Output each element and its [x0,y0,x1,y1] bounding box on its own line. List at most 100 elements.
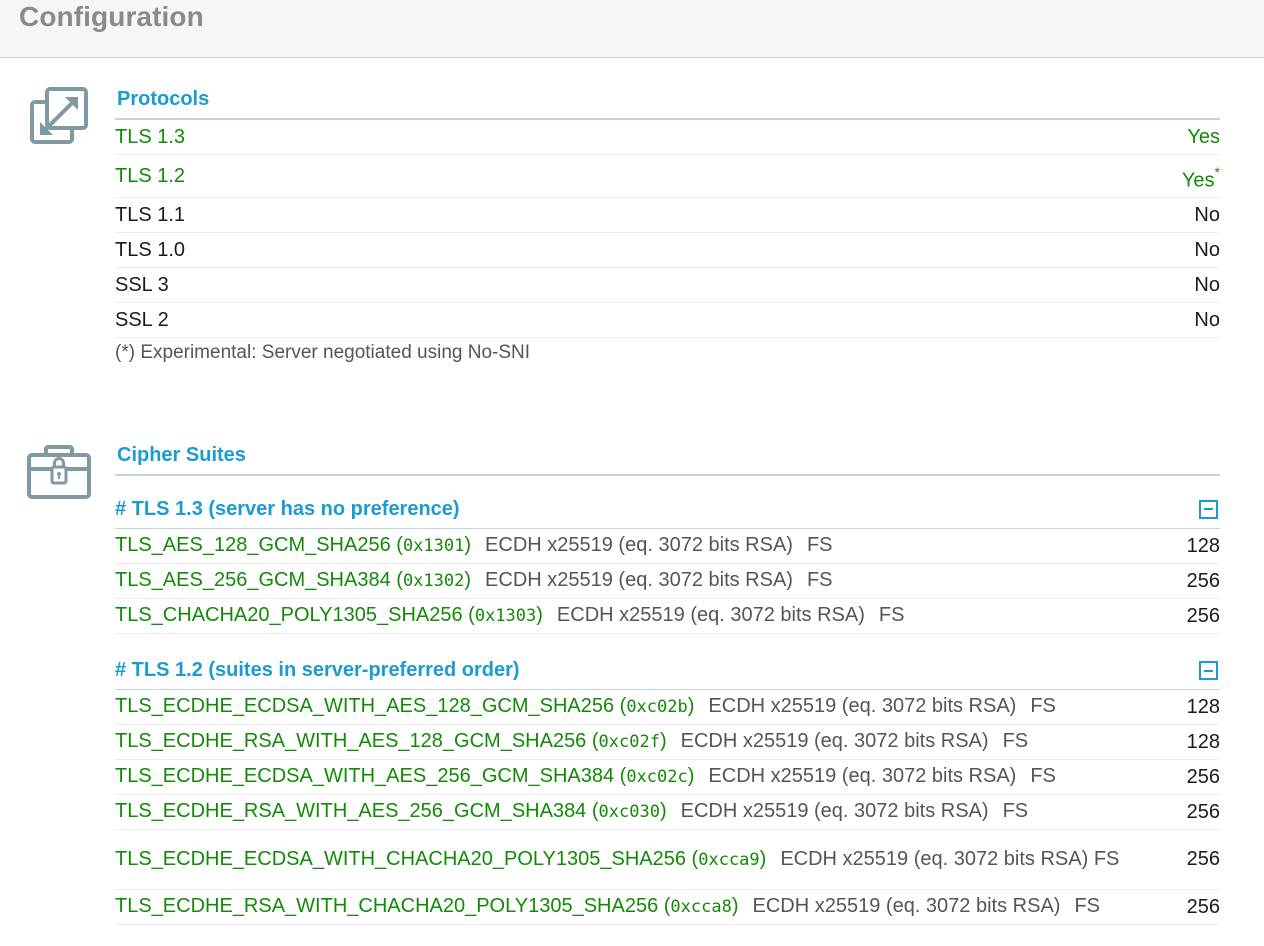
suite-bits: 256 [1186,848,1220,870]
cipher-suite-row: TLS_ECDHE_ECDSA_WITH_CHACHA20_POLY1305_S… [115,830,1220,890]
suite-name-cell: TLS_AES_256_GCM_SHA384 (0x1302) [115,569,472,591]
cipher-suite-row: TLS_ECDHE_RSA_WITH_CHACHA20_POLY1305_SHA… [115,890,1220,925]
collapse-minus-icon[interactable] [1199,499,1218,519]
suite-name-cell: TLS_ECDHE_ECDSA_WITH_AES_256_GCM_SHA384 … [115,765,695,787]
cipher-suite-row: TLS_ECDHE_RSA_WITH_AES_256_GCM_SHA384 (0… [115,795,1220,830]
cipher-suites-title: Cipher Suites [115,440,1220,476]
cipher-suite-description: TLS_ECDHE_ECDSA_WITH_AES_256_GCM_SHA384 … [115,764,1160,790]
cipher-suite-row: TLS_ECDHE_RSA_WITH_AES_128_GCM_SHA256 (0… [115,725,1220,760]
suite-forward-secrecy: FS [878,604,905,626]
suite-bits: 128 [1186,695,1220,718]
cipher-suite-description: TLS_ECDHE_RSA_WITH_CHACHA20_POLY1305_SHA… [115,894,1160,920]
suite-name: TLS_ECDHE_RSA_WITH_AES_256_GCM_SHA384 [115,800,587,822]
suite-name: TLS_ECDHE_ECDSA_WITH_AES_128_GCM_SHA256 [115,695,615,717]
protocol-support-cell: Yes* [1172,163,1220,193]
suite-key-exchange: ECDH x25519 (eq. 3072 bits RSA) [752,895,1061,917]
protocols-section: Protocols TLS 1.3 Yes TLS 1.2 Yes* TLS 1… [115,84,1220,368]
suite-code: 0xcca8 [670,897,732,917]
suite-forward-secrecy: FS [1093,847,1120,870]
suite-key-exchange: ECDH x25519 (eq. 3072 bits RSA) [485,534,793,556]
arrows-expand-icon [30,87,88,144]
suite-code: 0xc02f [598,732,660,752]
protocol-support: No [1194,273,1220,296]
cipher-suite-description: TLS_ECDHE_ECDSA_WITH_AES_128_GCM_SHA256 … [115,694,1160,720]
suite-key-exchange: ECDH x25519 (eq. 3072 bits RSA) [485,569,793,591]
suite-key-exchange: ECDH x25519 (eq. 3072 bits RSA) [556,604,865,626]
suite-name: TLS_AES_256_GCM_SHA384 [115,569,391,591]
suite-code: 0xcca9 [698,849,760,870]
suite-name-cell: TLS_ECDHE_RSA_WITH_AES_256_GCM_SHA384 (0… [115,800,667,822]
suite-code: 0xc02c [626,767,688,787]
suite-forward-secrecy: FS [806,569,833,591]
page-title: Configuration [19,1,204,32]
cipher-suite-row: TLS_ECDHE_ECDSA_WITH_AES_128_GCM_SHA256 … [115,690,1220,725]
protocol-support: No [1194,308,1220,331]
suite-name: TLS_ECDHE_RSA_WITH_CHACHA20_POLY1305_SHA… [115,895,659,917]
suite-key-exchange: ECDH x25519 (eq. 3072 bits RSA) [708,765,1017,787]
suite-name-cell: TLS_ECDHE_ECDSA_WITH_AES_128_GCM_SHA256 … [115,695,695,717]
protocols-title: Protocols [115,84,1220,120]
protocol-name: TLS 1.1 [115,203,186,226]
suite-code: 0xc02b [626,697,688,717]
protocol-name: SSL 3 [115,273,169,296]
locked-case-icon [27,445,91,499]
suite-name: TLS_AES_128_GCM_SHA256 [115,534,391,556]
protocol-row-tls11: TLS 1.1 No [115,198,1220,233]
protocol-row-tls13: TLS 1.3 Yes [115,120,1220,155]
cipher-suite-row: TLS_AES_128_GCM_SHA256 (0x1301) ECDH x255… [115,529,1220,564]
suite-name: TLS_CHACHA20_POLY1305_SHA256 [115,604,463,626]
protocols-footnote: (*) Experimental: Server negotiated usin… [115,342,531,363]
protocol-support: No [1194,203,1220,226]
suite-bits: 128 [1186,730,1220,753]
suite-key-exchange: ECDH x25519 (eq. 3072 bits RSA) [680,800,989,822]
cipher-suite-row: TLS_ECDHE_ECDSA_WITH_AES_256_GCM_SHA384 … [115,760,1220,795]
suite-forward-secrecy: FS [1002,800,1029,822]
suite-key-exchange: ECDH x25519 (eq. 3072 bits RSA) [780,847,1089,870]
suite-forward-secrecy: FS [1002,730,1029,752]
suite-forward-secrecy: FS [1030,695,1056,717]
suite-key-exchange: ECDH x25519 (eq. 3072 bits RSA) [708,695,1017,717]
cipher-suite-row: TLS_AES_256_GCM_SHA384 (0x1302) ECDH x255… [115,564,1220,599]
protocol-support: Yes [1181,169,1215,192]
suite-bits: 256 [1186,569,1220,592]
protocol-row-tls12: TLS 1.2 Yes* [115,155,1220,198]
suite-name-cell: TLS_AES_128_GCM_SHA256 (0x1301) [115,534,472,556]
suite-bits: 128 [1186,534,1220,557]
cipher-suite-description: TLS_ECDHE_RSA_WITH_AES_128_GCM_SHA256 (0… [115,729,1160,755]
suite-forward-secrecy: FS [1074,895,1101,917]
suite-bits: 256 [1186,800,1220,823]
suite-group-header-tls13: # TLS 1.3 (server has no preference) [115,476,1220,529]
protocol-support: No [1194,238,1220,261]
cipher-suite-row: TLS_CHACHA20_POLY1305_SHA256 (0x1303) ECD… [115,599,1220,634]
suite-code: 0xc030 [598,802,660,822]
suite-forward-secrecy: FS [806,534,833,556]
suite-code: 0x1302 [402,571,465,591]
cipher-suite-description: TLS_ECDHE_RSA_WITH_AES_256_GCM_SHA384 (0… [115,799,1160,825]
protocol-name: SSL 2 [115,308,169,331]
cipher-suites-section: Cipher Suites # TLS 1.3 (server has no p… [115,440,1220,925]
protocol-name: TLS 1.2 [115,164,186,187]
suite-name: TLS_ECDHE_RSA_WITH_AES_128_GCM_SHA256 [115,730,587,752]
suite-group-title: # TLS 1.3 (server has no preference) [115,497,460,520]
suite-name: TLS_ECDHE_ECDSA_WITH_AES_256_GCM_SHA384 [115,765,615,787]
cipher-suite-description: TLS_ECDHE_ECDSA_WITH_CHACHA20_POLY1305_S… [115,847,1145,873]
protocol-row-ssl3: SSL 3 No [115,268,1220,303]
suite-bits: 256 [1186,895,1220,918]
cipher-suite-description: TLS_AES_256_GCM_SHA384 (0x1302) ECDH x255… [115,568,1160,594]
cipher-suite-description: TLS_CHACHA20_POLY1305_SHA256 (0x1303) ECD… [115,603,1160,629]
suite-name-cell: TLS_CHACHA20_POLY1305_SHA256 (0x1303) [115,604,543,626]
page-header: Configuration [0,0,1264,58]
suite-group-title: # TLS 1.2 (suites in server-preferred or… [115,659,520,681]
protocol-support: Yes [1187,125,1220,148]
collapse-minus-icon[interactable] [1199,661,1218,680]
suite-key-exchange: ECDH x25519 (eq. 3072 bits RSA) [680,730,989,752]
suite-bits: 256 [1186,765,1220,788]
footnote-marker: * [1214,163,1220,180]
protocol-row-tls10: TLS 1.0 No [115,233,1220,268]
suite-name-cell: TLS_ECDHE_ECDSA_WITH_CHACHA20_POLY1305_S… [115,847,767,870]
suite-code: 0x1301 [402,536,465,556]
cipher-suite-description: TLS_AES_128_GCM_SHA256 (0x1301) ECDH x255… [115,533,1160,559]
suite-name-cell: TLS_ECDHE_RSA_WITH_AES_128_GCM_SHA256 (0… [115,730,667,752]
suite-name: TLS_ECDHE_ECDSA_WITH_CHACHA20_POLY1305_S… [115,847,686,870]
suite-group-header-tls12: # TLS 1.2 (suites in server-preferred or… [115,634,1220,690]
